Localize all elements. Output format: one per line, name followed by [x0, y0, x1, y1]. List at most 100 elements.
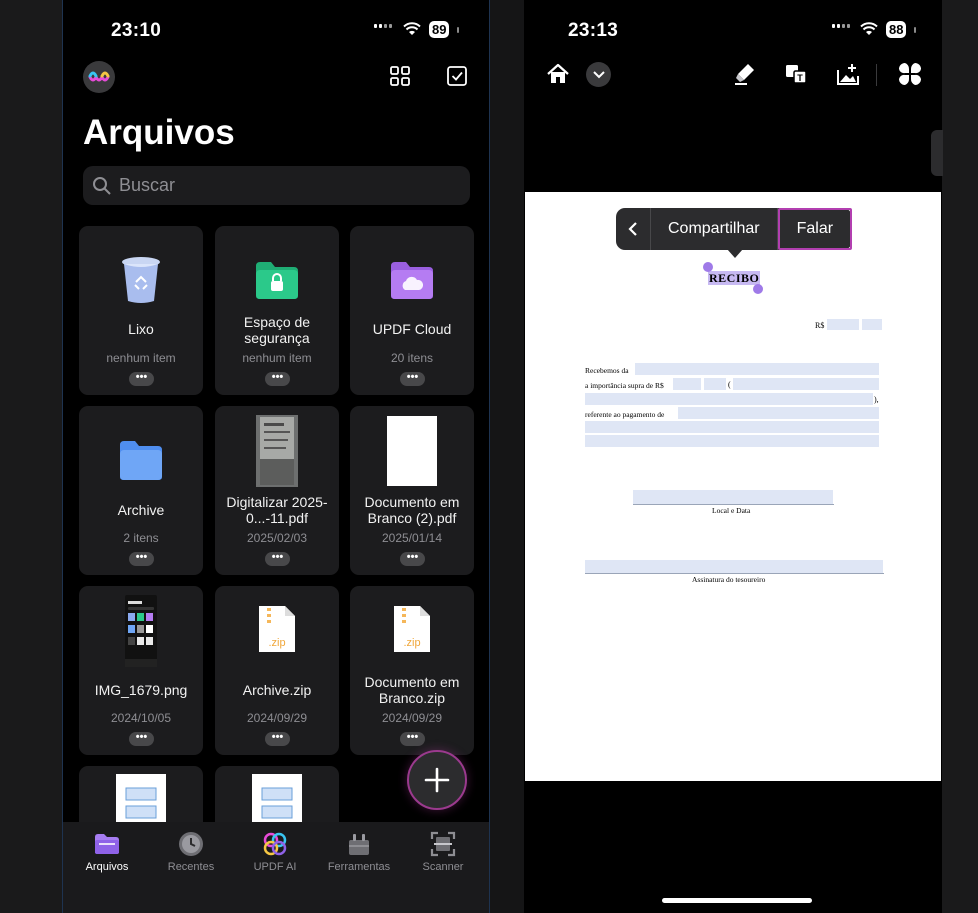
selection-start-handle[interactable] — [703, 262, 713, 272]
more-options-button[interactable]: ••• — [400, 372, 425, 386]
toolbar-divider — [876, 64, 877, 86]
tab-label: Ferramentas — [327, 861, 391, 873]
secure-folder-icon — [215, 238, 339, 322]
tab-bar: Arquivos Recentes UPDF AI Ferramentas Sc… — [63, 822, 489, 913]
tab-arquivos[interactable]: Arquivos — [67, 830, 147, 873]
select-checkbox-icon[interactable] — [446, 65, 468, 87]
amount-words-field[interactable] — [733, 378, 879, 390]
location-date-field[interactable] — [633, 490, 833, 504]
selection-end-handle[interactable] — [753, 284, 763, 294]
trash-icon — [79, 238, 203, 322]
file-tile-espaco-seguranca[interactable]: Espaço de segurança nenhum item ••• — [215, 226, 339, 395]
payment-ref-field-3[interactable] — [585, 435, 879, 447]
svg-text:T: T — [797, 73, 803, 83]
home-icon[interactable] — [546, 62, 570, 86]
battery-icon — [914, 27, 916, 33]
search-input[interactable] — [117, 174, 441, 197]
page-title: Arquivos — [83, 113, 235, 152]
more-options-button[interactable]: ••• — [400, 552, 425, 566]
more-options-button[interactable]: ••• — [400, 732, 425, 746]
translate-icon[interactable]: T — [784, 62, 808, 86]
file-tile-archive-zip[interactable]: .zip Archive.zip 2024/09/29 ••• — [215, 586, 339, 755]
tile-meta: 20 itens — [390, 351, 434, 365]
file-tile-lixo[interactable]: Lixo nenhum item ••• — [79, 226, 203, 395]
tile-name: UPDF Cloud — [372, 321, 452, 337]
image-edit-icon[interactable] — [836, 62, 860, 86]
scanner-icon — [403, 830, 483, 858]
amount-field[interactable] — [827, 319, 859, 330]
more-options-button[interactable]: ••• — [265, 552, 290, 566]
svg-text:.zip: .zip — [403, 637, 420, 649]
amount-words-field-2[interactable] — [585, 393, 873, 405]
tab-updf-ai[interactable]: UPDF AI — [235, 830, 315, 873]
toolbox-icon — [319, 830, 399, 858]
tile-name: Espaço de segurança — [243, 314, 311, 346]
status-time: 23:13 — [568, 20, 619, 41]
file-tile-documento-branco-zip[interactable]: .zip Documento em Branco.zip 2024/09/29 … — [350, 586, 474, 755]
apps-menu-icon[interactable] — [898, 62, 922, 86]
tab-ferramentas[interactable]: Ferramentas — [319, 830, 399, 873]
pdf-page[interactable]: RECIBO R$ Recebemos da a importância sup… — [525, 192, 941, 781]
tile-name: Archive — [117, 502, 165, 518]
file-tile-documento-branco-2[interactable]: Documento em Branco (2).pdf 2025/01/14 •… — [350, 406, 474, 575]
document-heading[interactable]: RECIBO — [709, 271, 759, 286]
payment-ref-field-2[interactable] — [585, 421, 879, 433]
tile-meta: nenhum item — [106, 351, 176, 365]
scroll-handle[interactable] — [931, 130, 943, 176]
cents-field[interactable] — [862, 319, 882, 330]
status-bar: 23:10 89 — [63, 18, 489, 42]
highlighter-icon[interactable] — [734, 62, 756, 86]
payment-ref-field[interactable] — [678, 407, 879, 419]
search-bar[interactable] — [83, 166, 470, 205]
file-tile-archive[interactable]: Archive 2 itens ••• — [79, 406, 203, 575]
zip-file-icon: .zip — [215, 604, 339, 654]
tile-meta: 2024/10/05 — [110, 711, 172, 725]
svg-text:.zip: .zip — [268, 637, 285, 649]
more-options-button[interactable]: ••• — [129, 372, 154, 386]
tile-name: Lixo — [128, 321, 154, 337]
plus-icon — [424, 767, 450, 793]
ai-icon — [235, 830, 315, 858]
file-tile-updf-cloud[interactable]: UPDF Cloud 20 itens ••• — [350, 226, 474, 395]
context-back-button[interactable] — [616, 208, 651, 250]
currency-label: R$ — [815, 321, 825, 330]
grid-view-icon[interactable] — [389, 65, 411, 87]
signature-label: Assinatura do tesoureiro — [692, 575, 766, 584]
amount-cents-field-2[interactable] — [704, 378, 726, 390]
payer-field[interactable] — [635, 363, 879, 375]
paren-open: ( — [728, 380, 731, 389]
chevron-down-icon[interactable] — [586, 62, 611, 87]
avatar[interactable] — [83, 61, 115, 93]
amount-field-2[interactable] — [673, 378, 701, 390]
share-menu-item[interactable]: Compartilhar — [651, 208, 778, 250]
file-tile-digitalizar[interactable]: Digitalizar 2025-0...-11.pdf 2025/02/03 … — [215, 406, 339, 575]
received-from-label: Recebemos da — [585, 366, 629, 375]
more-options-button[interactable]: ••• — [265, 372, 290, 386]
tile-name: IMG_1679.png — [94, 682, 188, 698]
file-tile-img-1679[interactable]: IMG_1679.png 2024/10/05 ••• — [79, 586, 203, 755]
signature-line — [585, 573, 884, 574]
tile-name: Documento em Branco.zip — [364, 674, 460, 706]
speak-menu-item[interactable]: Falar — [777, 208, 853, 250]
tile-meta: nenhum item — [242, 351, 312, 365]
amount-label: a importância supra de R$ — [585, 381, 664, 390]
chevron-left-icon — [628, 222, 637, 236]
tile-meta: 2025/01/14 — [381, 531, 443, 545]
home-indicator[interactable] — [662, 898, 812, 903]
tile-meta: 2024/09/29 — [381, 711, 443, 725]
add-button[interactable] — [407, 750, 467, 810]
tab-label: Recentes — [167, 861, 215, 873]
more-options-button[interactable]: ••• — [129, 552, 154, 566]
signature-field[interactable] — [585, 560, 883, 573]
battery-level: 88 — [886, 21, 907, 38]
cellular-signal-icon — [832, 24, 850, 28]
tile-meta: 2 itens — [123, 531, 159, 545]
location-date-line — [633, 504, 834, 505]
location-date-label: Local e Data — [712, 506, 751, 515]
more-options-button[interactable]: ••• — [265, 732, 290, 746]
blank-page-thumbnail — [350, 414, 474, 488]
tab-recentes[interactable]: Recentes — [151, 830, 231, 873]
tab-scanner[interactable]: Scanner — [403, 830, 483, 873]
pdf-viewer-screen: 23:13 88 T RECIBO R$ Recebemos da a impo… — [524, 0, 942, 913]
more-options-button[interactable]: ••• — [129, 732, 154, 746]
